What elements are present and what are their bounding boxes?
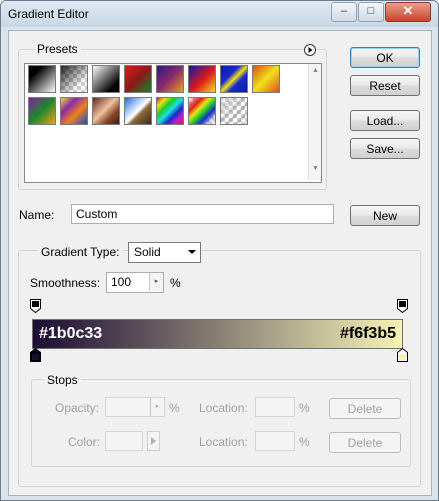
- gradient-type-select[interactable]: Solid: [128, 242, 201, 263]
- gradient-left-label: #1b0c33: [39, 325, 103, 342]
- window-title: Gradient Editor: [8, 7, 89, 21]
- color-location-label: Location:: [199, 435, 248, 449]
- opacity-stepper-icon: ▸: [150, 398, 164, 416]
- opacity-field: ▸: [105, 397, 165, 417]
- preset-swatch-transparent-stripes[interactable]: [220, 97, 248, 125]
- color-location-unit: %: [299, 435, 310, 449]
- preset-swatch-orange-yellow-orange[interactable]: [252, 65, 280, 93]
- stop-marker-icon: [30, 299, 41, 313]
- stop-marker-icon: [397, 299, 408, 313]
- color-swatch-field: [105, 431, 143, 451]
- gradient-type-label: Gradient Type:: [38, 245, 123, 259]
- preset-swatch-blue-red-yellow[interactable]: [188, 65, 216, 93]
- scroll-up-arrow-icon[interactable]: ▲: [312, 67, 319, 74]
- preset-swatch-copper[interactable]: [92, 97, 120, 125]
- new-button[interactable]: New: [350, 205, 420, 226]
- smoothness-stepper-icon[interactable]: ▸: [149, 273, 163, 291]
- presets-scrollbar[interactable]: ▲ ▼: [308, 64, 321, 180]
- color-stop-left-icon[interactable]: [30, 348, 41, 362]
- scroll-down-arrow-icon[interactable]: ▼: [312, 165, 319, 172]
- preset-swatch-chrome[interactable]: [124, 97, 152, 125]
- gradient-right-label: #f6f3b5: [339, 325, 396, 342]
- minimize-icon: –: [340, 5, 348, 17]
- preset-swatch-white-black[interactable]: [92, 65, 120, 93]
- color-label: Color:: [68, 435, 101, 449]
- gradient-type-value: Solid: [134, 245, 161, 259]
- ok-button[interactable]: OK: [350, 47, 420, 68]
- smoothness-value: 100: [111, 275, 132, 289]
- smoothness-field[interactable]: 100 ▸: [106, 272, 164, 293]
- color-location-field: [255, 431, 295, 451]
- opacity-label: Opacity:: [55, 401, 100, 415]
- chevron-down-icon: [188, 250, 196, 254]
- preset-swatch-red-green[interactable]: [124, 65, 152, 93]
- opacity-location-label: Location:: [199, 401, 248, 415]
- smoothness-unit: %: [170, 276, 181, 290]
- opacity-stop-right-icon[interactable]: [397, 299, 408, 313]
- gradient-editor-window: Gradient Editor – □ ✕ Presets ▲ ▼ OK Res…: [0, 0, 439, 501]
- stops-label: Stops: [44, 373, 81, 387]
- maximize-button[interactable]: □: [358, 2, 384, 22]
- preset-swatch-violet-green-orange[interactable]: [28, 97, 56, 125]
- stop-marker-icon: [30, 348, 41, 362]
- preset-swatch-transparent-rainbow[interactable]: [188, 97, 216, 125]
- reset-button[interactable]: Reset: [350, 75, 420, 96]
- preset-swatch-yellow-violet-orange-blue[interactable]: [60, 97, 88, 125]
- name-label: Name:: [19, 208, 55, 222]
- title-bar[interactable]: Gradient Editor – □ ✕: [1, 1, 438, 27]
- delete-color-stop-button: Delete: [329, 432, 401, 453]
- stop-marker-icon: [397, 348, 408, 362]
- opacity-location-unit: %: [299, 401, 310, 415]
- preset-swatch-transparent-checker[interactable]: [60, 65, 88, 93]
- opacity-location-field: [255, 397, 295, 417]
- save-button[interactable]: Save...: [350, 138, 420, 159]
- load-button[interactable]: Load...: [350, 110, 420, 131]
- preset-swatch-violet-orange[interactable]: [156, 65, 184, 93]
- minimize-button[interactable]: –: [331, 2, 357, 22]
- color-picker-arrow-icon: [147, 431, 160, 451]
- preset-swatch-blue-yellow-blue[interactable]: [220, 65, 248, 93]
- presets-menu-button[interactable]: [304, 44, 316, 56]
- preset-swatch-spectrum[interactable]: [156, 97, 184, 125]
- maximize-icon: □: [367, 5, 375, 17]
- stops-group: [31, 379, 411, 467]
- presets-swatch-grid: ▲ ▼: [24, 63, 322, 183]
- name-field[interactable]: Custom: [71, 204, 334, 224]
- smoothness-label: Smoothness:: [30, 276, 101, 290]
- gradient-preview-bar[interactable]: #1b0c33 #f6f3b5: [32, 319, 403, 349]
- opacity-unit: %: [169, 401, 180, 415]
- close-button[interactable]: ✕: [385, 2, 431, 22]
- opacity-stop-left-icon[interactable]: [30, 299, 41, 313]
- delete-opacity-stop-button: Delete: [329, 398, 401, 419]
- close-icon: ✕: [402, 3, 414, 18]
- color-stop-right-icon[interactable]: [397, 348, 408, 362]
- circle-arrow-right-icon: [308, 47, 313, 53]
- presets-label: Presets: [34, 42, 81, 56]
- preset-swatch-black-white[interactable]: [28, 65, 56, 93]
